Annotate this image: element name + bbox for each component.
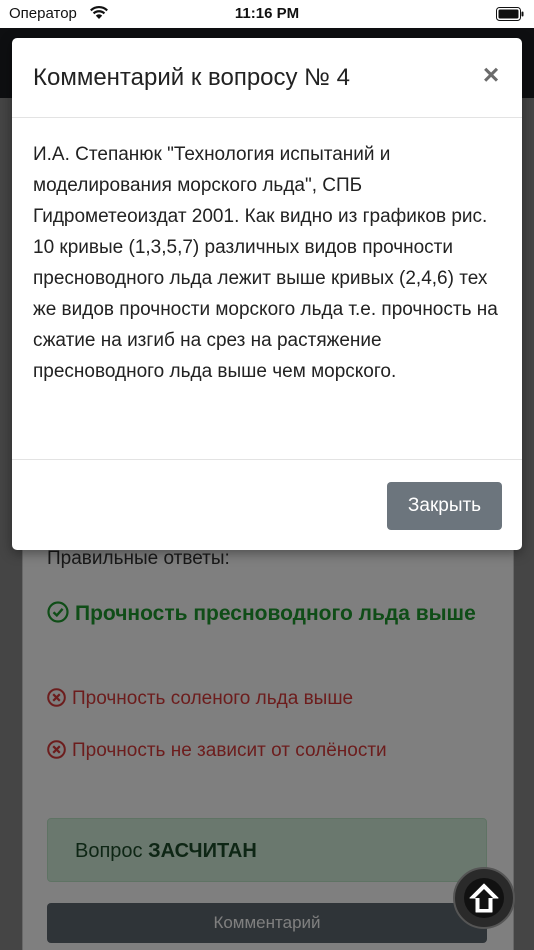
arrow-up-circle-icon [464,878,504,918]
modal-header: Комментарий к вопросу № 4 × [12,38,522,118]
screen: Оператор 11:16 PM Правильные ответы: Про… [0,0,534,950]
modal-title: Комментарий к вопросу № 4 [33,64,350,91]
close-icon[interactable]: × [478,60,504,90]
scroll-top-button[interactable] [453,867,515,929]
status-bar: Оператор 11:16 PM [0,0,534,28]
battery-icon [496,7,524,21]
modal-body-text: И.А. Степанюк "Технология испытаний и мо… [33,144,498,382]
modal-footer: Закрыть [12,459,522,550]
status-time: 11:16 PM [234,5,300,22]
comment-modal: Комментарий к вопросу № 4 × И.А. Степаню… [12,38,522,550]
close-button[interactable]: Закрыть [387,482,502,530]
